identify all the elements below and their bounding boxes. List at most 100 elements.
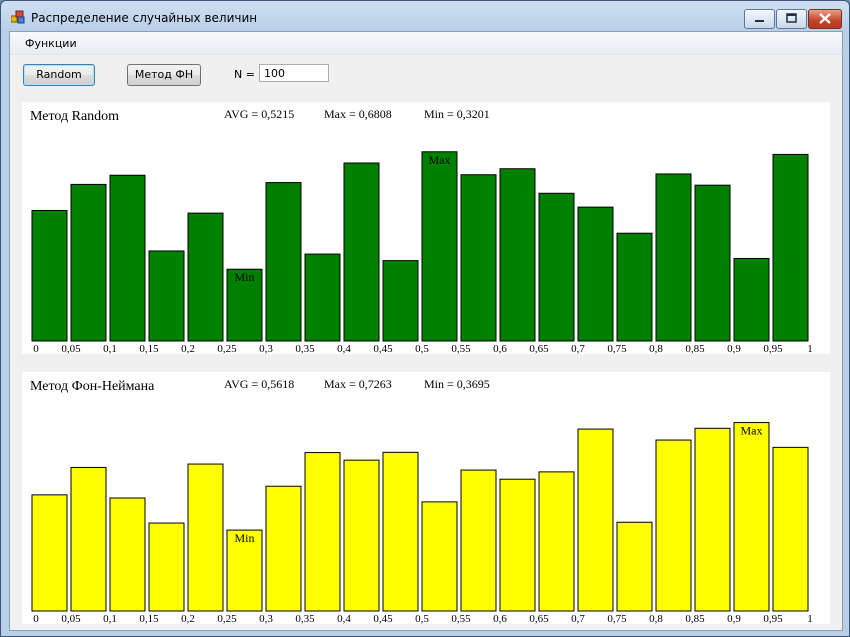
main-window: Распределение случайных величин Функции … <box>0 0 850 637</box>
title-bar[interactable]: Распределение случайных величин <box>1 1 849 31</box>
histogram-bar <box>499 478 536 612</box>
histogram-bar <box>70 183 107 342</box>
x-tick-label: 0,7 <box>571 343 585 354</box>
close-button[interactable] <box>808 9 842 29</box>
x-tick-label: 0,35 <box>295 343 315 354</box>
histogram-bar <box>577 206 614 342</box>
histogram-bar <box>31 210 68 342</box>
max-bar-label: Max <box>741 424 763 438</box>
x-tick-label: 0,15 <box>139 343 159 354</box>
x-tick-label: 0,4 <box>337 343 351 354</box>
histogram-bar <box>655 439 692 612</box>
histogram-bar <box>187 212 224 342</box>
x-tick-label: 0,3 <box>259 343 273 354</box>
x-tick-label: 0,9 <box>727 343 741 354</box>
histogram-bar <box>382 260 419 342</box>
histogram-bar <box>694 184 731 342</box>
x-tick-label: 0,05 <box>61 613 81 624</box>
x-tick-label: 0,65 <box>529 343 549 354</box>
x-tick-label: 0,65 <box>529 613 549 624</box>
histogram-bar <box>772 153 809 342</box>
x-tick-label: 1 <box>807 613 813 624</box>
histogram-bar <box>460 174 497 342</box>
histogram-bar <box>109 174 146 342</box>
histogram-bar <box>343 162 380 342</box>
min-bar-label: Min <box>234 270 254 284</box>
x-tick-label: 0,05 <box>61 343 81 354</box>
histogram-bar <box>772 446 809 612</box>
n-label: N = <box>234 68 255 81</box>
histogram-bar <box>265 485 302 612</box>
histogram-bar <box>577 428 614 612</box>
x-tick-label: 0,6 <box>493 343 507 354</box>
histogram-bar <box>148 522 185 612</box>
x-tick-label: 0,8 <box>649 343 663 354</box>
histogram-bar <box>655 173 692 342</box>
x-tick-label: 0,15 <box>139 613 159 624</box>
x-tick-label: 0,2 <box>181 613 195 624</box>
fn-method-button[interactable]: Метод ФН <box>127 64 201 86</box>
x-tick-label: 0,45 <box>373 613 393 624</box>
app-icon <box>11 10 25 24</box>
histogram-bar <box>304 452 341 612</box>
x-tick-label: 0,85 <box>685 613 705 624</box>
histogram-bar <box>382 451 419 612</box>
histogram-bar <box>421 501 458 612</box>
x-tick-label: 0,25 <box>217 343 237 354</box>
menu-item-functions[interactable]: Функции <box>25 37 77 50</box>
fn-chart-panel: Метод Фон-Неймана AVG = 0,5618 Max = 0,7… <box>22 372 830 624</box>
histogram-bar <box>343 459 380 612</box>
histogram-bar <box>733 422 770 612</box>
x-tick-label: 1 <box>807 343 813 354</box>
x-tick-label: 0,75 <box>607 343 627 354</box>
x-tick-label: 0,55 <box>451 613 471 624</box>
x-tick-label: 0,95 <box>763 343 783 354</box>
histogram-bar <box>109 497 146 612</box>
histogram-bar <box>304 253 341 342</box>
minimize-button[interactable] <box>744 9 775 29</box>
random-chart-panel: Метод Random AVG = 0,5215 Max = 0,6808 M… <box>22 102 830 354</box>
min-bar-label: Min <box>234 531 254 545</box>
histogram-bar <box>499 168 536 342</box>
x-tick-label: 0,2 <box>181 343 195 354</box>
histogram-bar <box>616 521 653 612</box>
histogram-bar <box>187 463 224 612</box>
histogram-bar <box>733 258 770 342</box>
x-tick-label: 0,95 <box>763 613 783 624</box>
x-tick-label: 0,75 <box>607 613 627 624</box>
x-tick-label: 0,35 <box>295 613 315 624</box>
max-bar-label: Max <box>429 153 451 167</box>
maximize-button[interactable] <box>776 9 807 29</box>
x-tick-label: 0,8 <box>649 613 663 624</box>
x-tick-label: 0,7 <box>571 613 585 624</box>
x-tick-label: 0,5 <box>415 343 429 354</box>
x-tick-label: 0,25 <box>217 613 237 624</box>
minimize-icon <box>755 20 764 22</box>
x-tick-label: 0,55 <box>451 343 471 354</box>
x-tick-label: 0,1 <box>103 343 117 354</box>
maximize-icon <box>786 13 797 23</box>
x-tick-label: 0,45 <box>373 343 393 354</box>
histogram-bar <box>70 466 107 612</box>
histogram-bar <box>538 192 575 342</box>
random-button[interactable]: Random <box>23 64 95 86</box>
x-tick-label: 0,4 <box>337 613 351 624</box>
client-area: Функции Random Метод ФН N = 100 Метод Ra… <box>9 31 843 631</box>
histogram-bar <box>694 427 731 612</box>
n-input[interactable]: 100 <box>259 64 329 82</box>
histogram-bar <box>31 494 68 612</box>
x-tick-label: 0,5 <box>415 613 429 624</box>
x-tick-label: 0,3 <box>259 613 273 624</box>
histogram-bar <box>460 469 497 612</box>
window-title: Распределение случайных величин <box>31 11 258 25</box>
x-tick-label: 0,85 <box>685 343 705 354</box>
menu-bar: Функции <box>10 32 842 55</box>
random-histogram: Min Max 0 0,05 0,1 0,15 0,2 0,25 0,3 0,35 0,4 0,45 0… <box>31 151 813 354</box>
fn-histogram: Min Max 0 0,05 0,1 0,15 0,2 0,25 0,3 0,35 0,4 0,45 0… <box>31 422 813 624</box>
histogram-bar <box>616 232 653 342</box>
x-tick-label: 0,1 <box>103 613 117 624</box>
x-tick-label: 0,6 <box>493 613 507 624</box>
histogram-bar <box>421 151 458 342</box>
x-tick-label: 0,9 <box>727 613 741 624</box>
close-icon <box>819 13 831 24</box>
